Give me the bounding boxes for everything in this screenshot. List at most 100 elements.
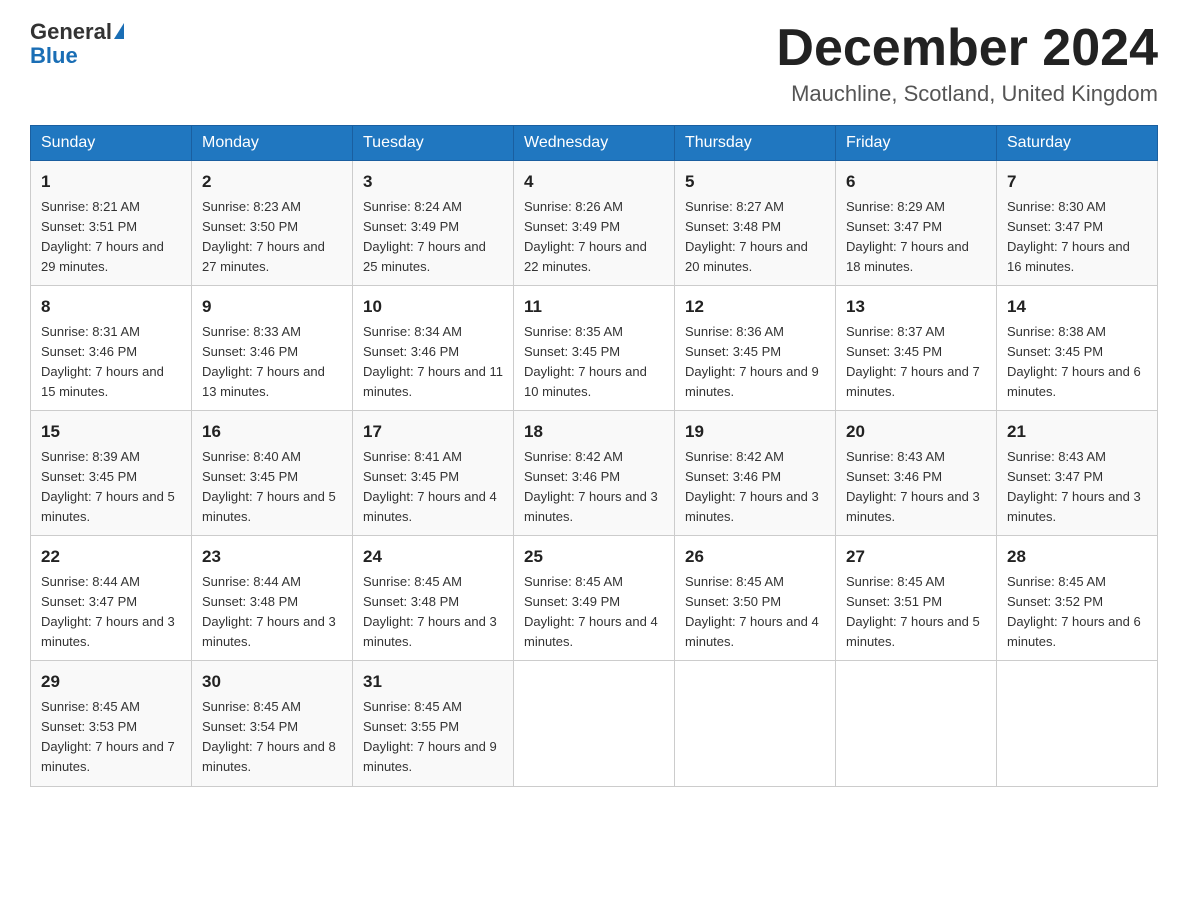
calendar-cell: 8Sunrise: 8:31 AMSunset: 3:46 PMDaylight…	[31, 286, 192, 411]
weekday-header-sunday: Sunday	[31, 126, 192, 161]
day-number: 30	[202, 669, 342, 695]
day-number: 27	[846, 544, 986, 570]
day-number: 24	[363, 544, 503, 570]
day-info: Sunrise: 8:34 AMSunset: 3:46 PMDaylight:…	[363, 322, 503, 403]
calendar-cell: 3Sunrise: 8:24 AMSunset: 3:49 PMDaylight…	[353, 161, 514, 286]
day-number: 26	[685, 544, 825, 570]
day-number: 10	[363, 294, 503, 320]
calendar-cell: 18Sunrise: 8:42 AMSunset: 3:46 PMDayligh…	[514, 411, 675, 536]
weekday-header-tuesday: Tuesday	[353, 126, 514, 161]
day-number: 2	[202, 169, 342, 195]
logo-text: General Blue	[30, 20, 124, 68]
day-info: Sunrise: 8:33 AMSunset: 3:46 PMDaylight:…	[202, 322, 342, 403]
day-number: 15	[41, 419, 181, 445]
day-info: Sunrise: 8:38 AMSunset: 3:45 PMDaylight:…	[1007, 322, 1147, 403]
day-info: Sunrise: 8:44 AMSunset: 3:48 PMDaylight:…	[202, 572, 342, 653]
calendar-cell: 1Sunrise: 8:21 AMSunset: 3:51 PMDaylight…	[31, 161, 192, 286]
day-number: 20	[846, 419, 986, 445]
calendar-cell: 14Sunrise: 8:38 AMSunset: 3:45 PMDayligh…	[997, 286, 1158, 411]
day-info: Sunrise: 8:39 AMSunset: 3:45 PMDaylight:…	[41, 447, 181, 528]
weekday-header-wednesday: Wednesday	[514, 126, 675, 161]
day-number: 8	[41, 294, 181, 320]
calendar-cell: 31Sunrise: 8:45 AMSunset: 3:55 PMDayligh…	[353, 661, 514, 786]
logo-triangle-icon	[114, 23, 124, 39]
day-number: 4	[524, 169, 664, 195]
calendar-cell	[836, 661, 997, 786]
title-area: December 2024 Mauchline, Scotland, Unite…	[776, 20, 1158, 107]
day-number: 25	[524, 544, 664, 570]
day-number: 23	[202, 544, 342, 570]
day-info: Sunrise: 8:26 AMSunset: 3:49 PMDaylight:…	[524, 197, 664, 278]
weekday-header-saturday: Saturday	[997, 126, 1158, 161]
calendar-week-row: 15Sunrise: 8:39 AMSunset: 3:45 PMDayligh…	[31, 411, 1158, 536]
day-info: Sunrise: 8:27 AMSunset: 3:48 PMDaylight:…	[685, 197, 825, 278]
day-info: Sunrise: 8:44 AMSunset: 3:47 PMDaylight:…	[41, 572, 181, 653]
calendar-cell: 23Sunrise: 8:44 AMSunset: 3:48 PMDayligh…	[192, 536, 353, 661]
day-number: 16	[202, 419, 342, 445]
calendar-cell: 19Sunrise: 8:42 AMSunset: 3:46 PMDayligh…	[675, 411, 836, 536]
day-number: 1	[41, 169, 181, 195]
day-number: 12	[685, 294, 825, 320]
day-number: 21	[1007, 419, 1147, 445]
location-subtitle: Mauchline, Scotland, United Kingdom	[776, 81, 1158, 107]
day-info: Sunrise: 8:42 AMSunset: 3:46 PMDaylight:…	[685, 447, 825, 528]
weekday-header-friday: Friday	[836, 126, 997, 161]
day-number: 9	[202, 294, 342, 320]
calendar-cell: 26Sunrise: 8:45 AMSunset: 3:50 PMDayligh…	[675, 536, 836, 661]
calendar-week-row: 29Sunrise: 8:45 AMSunset: 3:53 PMDayligh…	[31, 661, 1158, 786]
day-info: Sunrise: 8:45 AMSunset: 3:54 PMDaylight:…	[202, 697, 342, 778]
weekday-header-monday: Monday	[192, 126, 353, 161]
calendar-cell: 27Sunrise: 8:45 AMSunset: 3:51 PMDayligh…	[836, 536, 997, 661]
day-info: Sunrise: 8:45 AMSunset: 3:55 PMDaylight:…	[363, 697, 503, 778]
calendar-cell: 17Sunrise: 8:41 AMSunset: 3:45 PMDayligh…	[353, 411, 514, 536]
day-number: 19	[685, 419, 825, 445]
calendar-cell: 10Sunrise: 8:34 AMSunset: 3:46 PMDayligh…	[353, 286, 514, 411]
calendar-cell: 2Sunrise: 8:23 AMSunset: 3:50 PMDaylight…	[192, 161, 353, 286]
logo-blue-text: Blue	[30, 43, 78, 68]
day-number: 17	[363, 419, 503, 445]
day-info: Sunrise: 8:45 AMSunset: 3:52 PMDaylight:…	[1007, 572, 1147, 653]
day-info: Sunrise: 8:40 AMSunset: 3:45 PMDaylight:…	[202, 447, 342, 528]
day-info: Sunrise: 8:43 AMSunset: 3:47 PMDaylight:…	[1007, 447, 1147, 528]
calendar-cell	[675, 661, 836, 786]
calendar-cell: 20Sunrise: 8:43 AMSunset: 3:46 PMDayligh…	[836, 411, 997, 536]
day-number: 6	[846, 169, 986, 195]
day-info: Sunrise: 8:24 AMSunset: 3:49 PMDaylight:…	[363, 197, 503, 278]
day-info: Sunrise: 8:42 AMSunset: 3:46 PMDaylight:…	[524, 447, 664, 528]
calendar-cell: 7Sunrise: 8:30 AMSunset: 3:47 PMDaylight…	[997, 161, 1158, 286]
calendar-cell: 4Sunrise: 8:26 AMSunset: 3:49 PMDaylight…	[514, 161, 675, 286]
day-info: Sunrise: 8:23 AMSunset: 3:50 PMDaylight:…	[202, 197, 342, 278]
calendar-cell: 30Sunrise: 8:45 AMSunset: 3:54 PMDayligh…	[192, 661, 353, 786]
calendar-cell: 21Sunrise: 8:43 AMSunset: 3:47 PMDayligh…	[997, 411, 1158, 536]
day-info: Sunrise: 8:43 AMSunset: 3:46 PMDaylight:…	[846, 447, 986, 528]
calendar-week-row: 8Sunrise: 8:31 AMSunset: 3:46 PMDaylight…	[31, 286, 1158, 411]
day-info: Sunrise: 8:29 AMSunset: 3:47 PMDaylight:…	[846, 197, 986, 278]
calendar-week-row: 22Sunrise: 8:44 AMSunset: 3:47 PMDayligh…	[31, 536, 1158, 661]
day-info: Sunrise: 8:41 AMSunset: 3:45 PMDaylight:…	[363, 447, 503, 528]
day-info: Sunrise: 8:45 AMSunset: 3:49 PMDaylight:…	[524, 572, 664, 653]
day-number: 14	[1007, 294, 1147, 320]
day-info: Sunrise: 8:45 AMSunset: 3:53 PMDaylight:…	[41, 697, 181, 778]
calendar-cell: 22Sunrise: 8:44 AMSunset: 3:47 PMDayligh…	[31, 536, 192, 661]
calendar-table: SundayMondayTuesdayWednesdayThursdayFrid…	[30, 125, 1158, 786]
day-number: 29	[41, 669, 181, 695]
day-number: 28	[1007, 544, 1147, 570]
calendar-cell: 29Sunrise: 8:45 AMSunset: 3:53 PMDayligh…	[31, 661, 192, 786]
calendar-cell: 12Sunrise: 8:36 AMSunset: 3:45 PMDayligh…	[675, 286, 836, 411]
day-number: 11	[524, 294, 664, 320]
day-number: 7	[1007, 169, 1147, 195]
day-number: 22	[41, 544, 181, 570]
day-info: Sunrise: 8:36 AMSunset: 3:45 PMDaylight:…	[685, 322, 825, 403]
calendar-cell: 15Sunrise: 8:39 AMSunset: 3:45 PMDayligh…	[31, 411, 192, 536]
calendar-cell: 5Sunrise: 8:27 AMSunset: 3:48 PMDaylight…	[675, 161, 836, 286]
calendar-cell: 13Sunrise: 8:37 AMSunset: 3:45 PMDayligh…	[836, 286, 997, 411]
calendar-cell: 9Sunrise: 8:33 AMSunset: 3:46 PMDaylight…	[192, 286, 353, 411]
calendar-week-row: 1Sunrise: 8:21 AMSunset: 3:51 PMDaylight…	[31, 161, 1158, 286]
day-info: Sunrise: 8:21 AMSunset: 3:51 PMDaylight:…	[41, 197, 181, 278]
day-info: Sunrise: 8:45 AMSunset: 3:48 PMDaylight:…	[363, 572, 503, 653]
day-number: 13	[846, 294, 986, 320]
day-info: Sunrise: 8:35 AMSunset: 3:45 PMDaylight:…	[524, 322, 664, 403]
calendar-cell: 11Sunrise: 8:35 AMSunset: 3:45 PMDayligh…	[514, 286, 675, 411]
day-number: 3	[363, 169, 503, 195]
day-number: 31	[363, 669, 503, 695]
